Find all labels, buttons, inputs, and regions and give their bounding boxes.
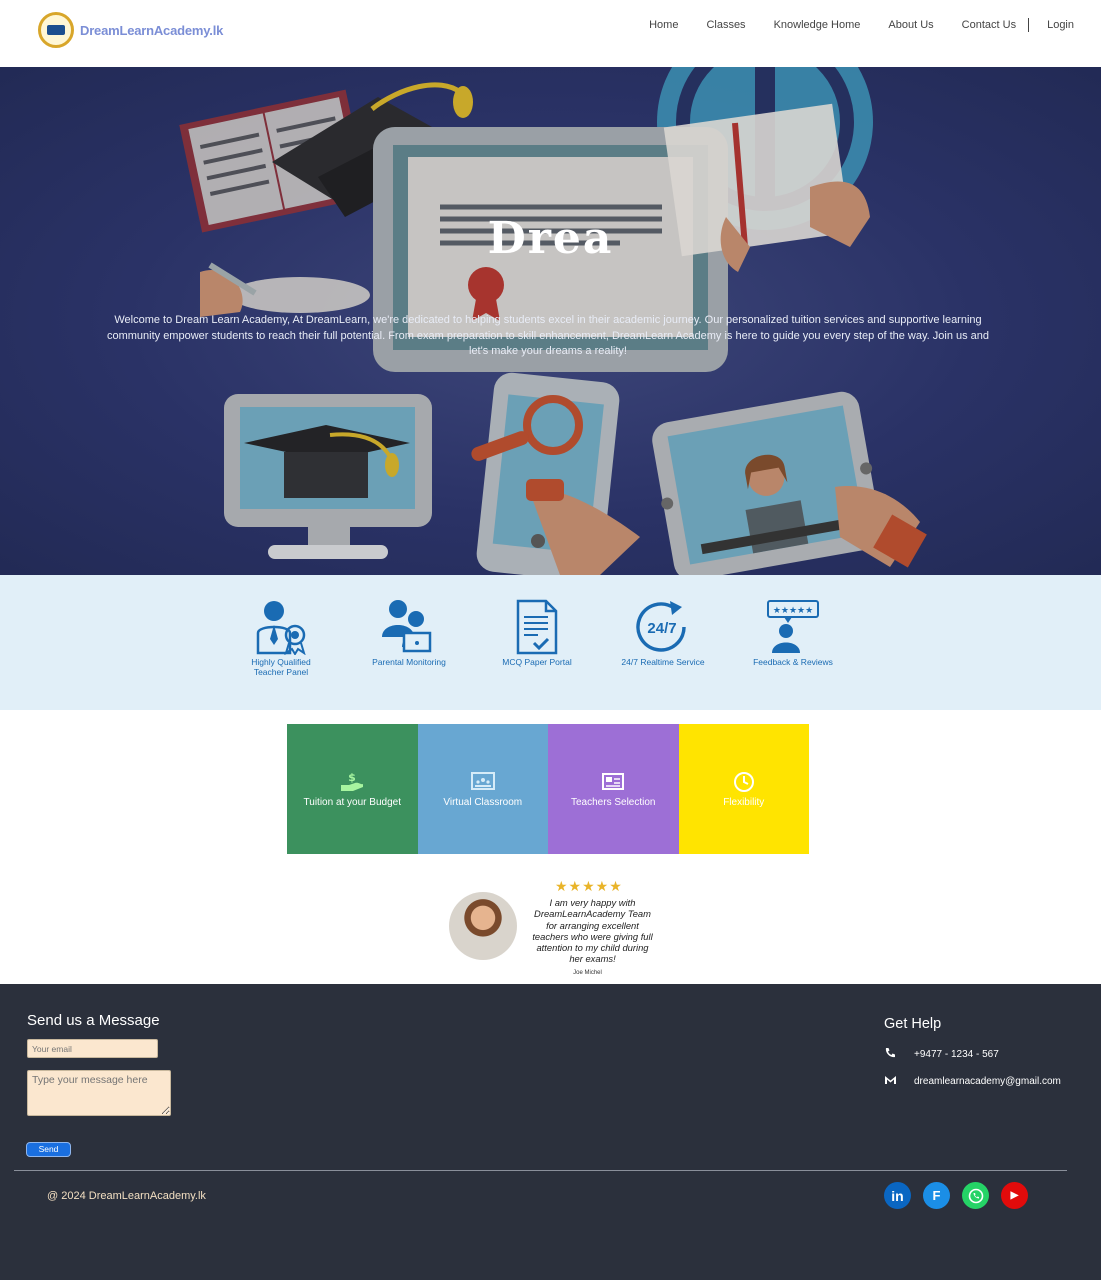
svg-text:★★★★★: ★★★★★ [773,606,813,616]
card-teachers-selection[interactable]: Teachers Selection [548,724,679,854]
testimonial-quote: I am very happy with DreamLearnAcademy T… [532,897,653,965]
teacher-icon [256,601,306,655]
youtube-icon[interactable]: ▶ [1001,1182,1028,1209]
email-field[interactable] [27,1039,158,1058]
rating-stars: ★★★★★ [555,878,623,894]
card-tuition-budget[interactable]: $ Tuition at your Budget [287,724,418,854]
clock-247-icon: 24/7 [636,601,686,652]
money-hand-icon: $ [341,771,364,791]
card-flexibility[interactable]: Flexibility [678,724,809,854]
feature-label: 24/7 Realtime Service [621,657,705,667]
top-navbar: DreamLearnAcademy.lk Home Classes Knowle… [0,0,1101,67]
nav-contact-us[interactable]: Contact Us [962,19,1016,31]
feature-mcq-portal: MCQ Paper Portal [492,599,582,667]
feature-realtime-service: 24/7 24/7 Realtime Service [618,599,708,667]
help-title: Get Help [884,1016,942,1032]
card-label: Flexibility [723,796,765,808]
footer: Send us a Message Send Get Help +9477 - … [0,984,1101,1280]
contact-form-title: Send us a Message [27,1012,160,1029]
svg-text:$: $ [348,771,356,784]
site-logo[interactable]: DreamLearnAcademy.lk [38,12,223,48]
email-row: dreamlearnacademy@gmail.com [884,1075,1061,1088]
send-button[interactable]: Send [26,1142,71,1157]
testimonial: ★★★★★ I am very happy with DreamLearnAca… [440,872,660,982]
nav-home[interactable]: Home [649,19,678,31]
whatsapp-icon[interactable] [962,1182,989,1209]
feature-parental-monitoring: Parental Monitoring [364,599,454,667]
logo-text: DreamLearnAcademy.lk [80,22,224,38]
label-247: 24/7 [647,620,676,637]
feature-label: Highly Qualified Teacher Panel [251,657,311,677]
facebook-icon[interactable]: F [923,1182,950,1209]
email-address[interactable]: dreamlearnacademy@gmail.com [914,1076,1061,1087]
classroom-icon [470,771,495,790]
mail-icon [884,1075,914,1088]
phone-number[interactable]: +9477 - 1234 - 567 [914,1049,999,1060]
service-cards: $ Tuition at your Budget Virtual Classro… [287,724,809,854]
hero-welcome-text: Welcome to Dream Learn Academy, At Dream… [106,314,990,357]
copyright-text: @ 2024 DreamLearnAcademy.lk [47,1190,206,1202]
clock-icon [733,771,754,792]
feature-label: Parental Monitoring [372,657,446,667]
nav-knowledge-home[interactable]: Knowledge Home [774,19,861,31]
message-field[interactable] [27,1070,171,1116]
nav-divider [1028,18,1030,32]
footer-divider [14,1170,1067,1171]
hero-title: Drea [487,213,614,264]
nav-login[interactable]: Login [1047,19,1074,31]
avatar [449,892,517,960]
feature-label: Feedback & Reviews [753,657,833,667]
card-virtual-classroom[interactable]: Virtual Classroom [417,724,548,854]
feature-qualified-teacher: Highly Qualified Teacher Panel [236,599,326,677]
card-label: Tuition at your Budget [303,796,401,808]
id-card-icon [602,772,625,790]
nav-classes[interactable]: Classes [706,19,745,31]
main-menu: Home Classes Knowledge Home About Us Con… [621,18,1074,32]
linkedin-icon[interactable]: in [884,1182,911,1209]
card-label: Teachers Selection [571,796,656,808]
feature-feedback-reviews: ★★★★★ Feedback & Reviews [748,599,838,667]
feature-label: MCQ Paper Portal [502,657,572,667]
features-strip: Highly Qualified Teacher Panel Parental … [0,575,1101,710]
review-icon: ★★★★★ [767,600,819,653]
phone-icon [884,1047,914,1062]
logo-emblem-icon [38,12,74,48]
hero-banner: Drea Welcome to Dream Learn Academy, At … [0,67,1101,575]
card-label: Virtual Classroom [443,796,523,808]
parent-icon [382,600,432,653]
testimonial-author: Joe Michel [573,970,602,976]
phone-row: +9477 - 1234 - 567 [884,1047,999,1062]
document-icon [516,599,558,655]
nav-about-us[interactable]: About Us [888,19,933,31]
